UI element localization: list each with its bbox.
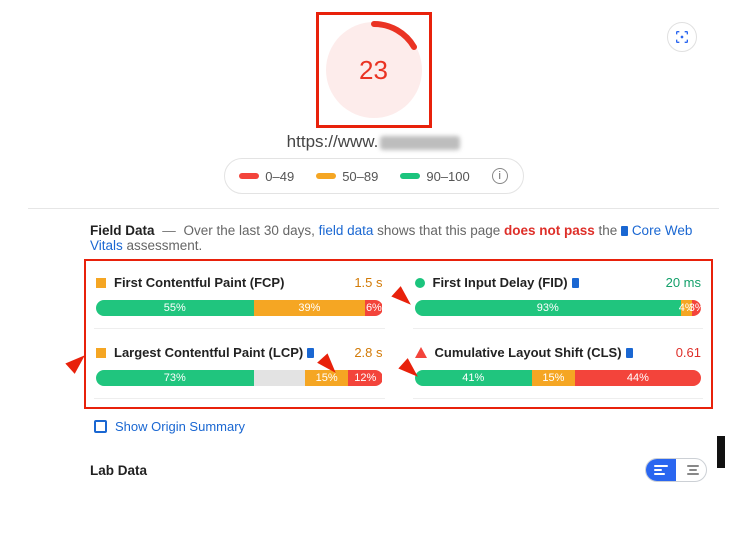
metric-fid-value: 20 ms bbox=[666, 275, 701, 290]
metric-fcp: First Contentful Paint (FCP) 1.5 s 55% 3… bbox=[94, 269, 385, 329]
field-data-title-row: Field Data — Over the last 30 days, fiel… bbox=[90, 223, 707, 253]
score-gauge: 23 bbox=[322, 18, 426, 122]
metric-fcp-label: First Contentful Paint (FCP) bbox=[114, 275, 284, 290]
show-origin-label[interactable]: Show Origin Summary bbox=[115, 419, 245, 434]
legend-info-icon[interactable]: i bbox=[492, 168, 508, 184]
metric-fcp-head: First Contentful Paint (FCP) 1.5 s bbox=[96, 275, 383, 290]
metric-cls-label: Cumulative Layout Shift (CLS) bbox=[435, 345, 633, 360]
dist-red: 3% bbox=[692, 300, 701, 316]
legend-poor: 0–49 bbox=[239, 169, 294, 184]
metric-fid-dist: 93% 4% 3% bbox=[415, 300, 702, 316]
dist-green: 73% bbox=[96, 370, 254, 386]
status-square-orange-icon bbox=[96, 348, 106, 358]
lab-data-title: Lab Data bbox=[90, 463, 147, 478]
url-redacted bbox=[380, 136, 460, 150]
score-area: 23 https://www. 0–49 50–89 90–100 i bbox=[0, 0, 747, 194]
dist-red: 6% bbox=[365, 300, 382, 316]
dist-orange: 15% bbox=[305, 370, 348, 386]
dist-red: 12% bbox=[348, 370, 382, 386]
field-lead4: assessment. bbox=[123, 238, 203, 253]
field-data-section: Field Data — Over the last 30 days, fiel… bbox=[0, 209, 747, 434]
cwv-marker-icon bbox=[572, 278, 579, 288]
metric-cls-head: Cumulative Layout Shift (CLS) 0.61 bbox=[415, 345, 702, 360]
metric-lcp-head: Largest Contentful Paint (LCP) 2.8 s bbox=[96, 345, 383, 360]
legend-swatch-green bbox=[400, 173, 420, 179]
legend-swatch-red bbox=[239, 173, 259, 179]
align-left-icon bbox=[654, 465, 668, 475]
metric-lcp: Largest Contentful Paint (LCP) 2.8 s 73%… bbox=[94, 339, 385, 399]
status-square-orange-icon bbox=[96, 278, 106, 288]
dist-green: 41% bbox=[415, 370, 532, 386]
metric-fid-head: First Input Delay (FID) 20 ms bbox=[415, 275, 702, 290]
view-toggle bbox=[645, 458, 707, 482]
align-center-icon bbox=[687, 465, 699, 475]
metric-cls: Cumulative Layout Shift (CLS) 0.61 41% 1… bbox=[413, 339, 704, 399]
metric-fid: First Input Delay (FID) 20 ms 93% 4% 3% bbox=[413, 269, 704, 329]
metric-fcp-value: 1.5 s bbox=[354, 275, 382, 290]
dist-green: 93% bbox=[415, 300, 681, 316]
field-data-title: Field Data bbox=[90, 223, 155, 238]
show-origin-row: Show Origin Summary bbox=[94, 419, 707, 434]
view-toggle-left[interactable] bbox=[646, 458, 676, 482]
legend-good-label: 90–100 bbox=[426, 169, 469, 184]
field-data-link[interactable]: field data bbox=[319, 223, 374, 238]
legend-good: 90–100 bbox=[400, 169, 469, 184]
field-lead2: shows that this page bbox=[373, 223, 504, 238]
view-toggle-right[interactable] bbox=[676, 458, 706, 482]
analyzed-url: https://www. bbox=[0, 132, 747, 152]
cwv-marker-icon bbox=[307, 348, 314, 358]
lab-data-row: Lab Data bbox=[0, 434, 747, 482]
scrollbar-fragment bbox=[717, 436, 725, 468]
cwv-marker-icon bbox=[626, 348, 633, 358]
legend-mid-label: 50–89 bbox=[342, 169, 378, 184]
url-prefix: https://www. bbox=[287, 132, 379, 151]
legend-poor-label: 0–49 bbox=[265, 169, 294, 184]
dist-green: 55% bbox=[96, 300, 254, 316]
dist-red: 44% bbox=[575, 370, 701, 386]
legend-mid: 50–89 bbox=[316, 169, 378, 184]
legend-swatch-orange bbox=[316, 173, 336, 179]
field-lead1: Over the last 30 days, bbox=[184, 223, 319, 238]
metric-fid-label: First Input Delay (FID) bbox=[433, 275, 579, 290]
metric-lcp-value: 2.8 s bbox=[354, 345, 382, 360]
score-legend: 0–49 50–89 90–100 i bbox=[224, 158, 524, 194]
status-triangle-red-icon bbox=[415, 347, 427, 358]
metric-fcp-dist: 55% 39% 6% bbox=[96, 300, 383, 316]
score-value: 23 bbox=[322, 18, 426, 122]
metric-cls-value: 0.61 bbox=[676, 345, 701, 360]
metric-cls-dist: 41% 15% 44% bbox=[415, 370, 702, 386]
metrics-grid: First Contentful Paint (FCP) 1.5 s 55% 3… bbox=[90, 263, 707, 405]
assessment-fail: does not pass bbox=[504, 223, 595, 238]
metric-lcp-label: Largest Contentful Paint (LCP) bbox=[114, 345, 314, 360]
dist-gap bbox=[254, 370, 306, 386]
metrics-wrap: First Contentful Paint (FCP) 1.5 s 55% 3… bbox=[90, 263, 707, 405]
dist-orange: 15% bbox=[532, 370, 575, 386]
metric-lcp-dist: 73% 15% 12% bbox=[96, 370, 383, 386]
status-circle-green-icon bbox=[415, 278, 425, 288]
show-origin-checkbox[interactable] bbox=[94, 420, 107, 433]
cwv-marker-icon bbox=[621, 226, 628, 236]
field-lead3: the bbox=[595, 223, 621, 238]
dist-orange: 39% bbox=[254, 300, 366, 316]
